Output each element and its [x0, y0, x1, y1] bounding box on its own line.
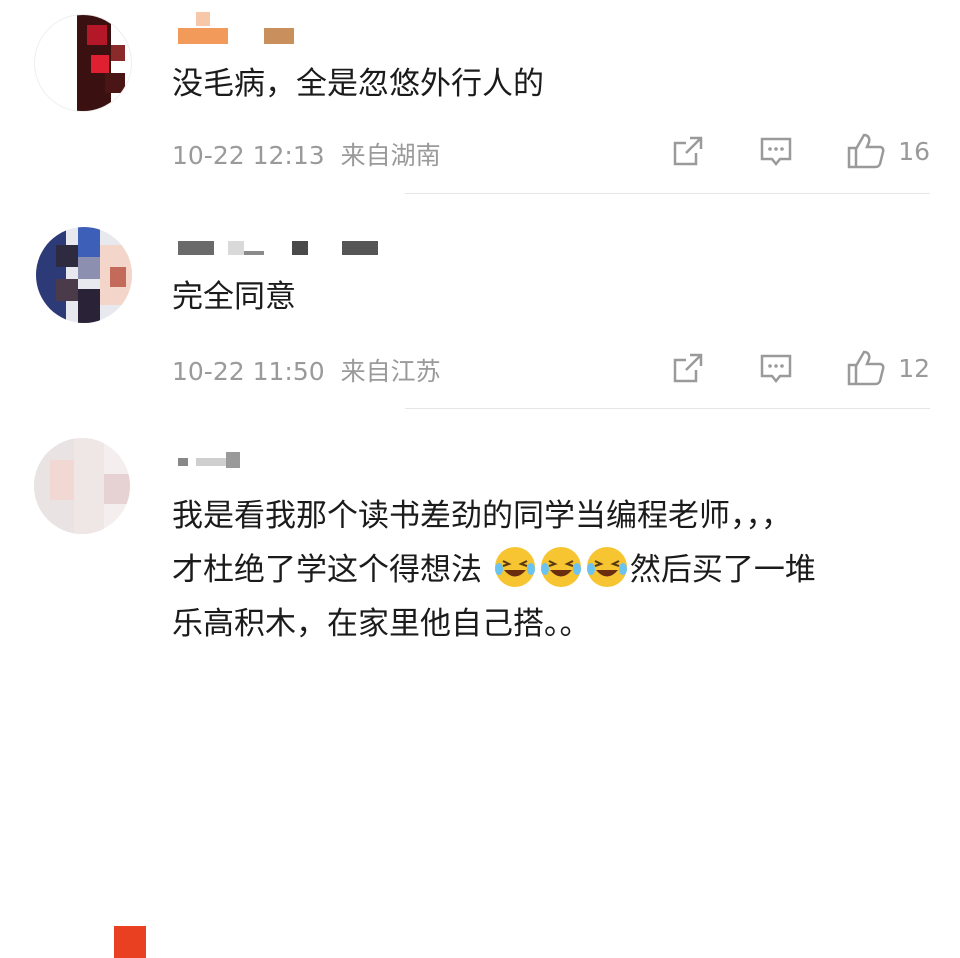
location: 来自江苏 [340, 357, 441, 386]
comment-text: 完全同意 [172, 279, 296, 315]
comment-1: 没毛病，全是忽悠外行人的 10-22 12:13 来自湖南 16 [0, 0, 960, 195]
timestamp: 10-22 11:50 [172, 357, 325, 386]
divider [405, 193, 930, 194]
avatar[interactable] [36, 227, 132, 323]
thumb-up-icon [847, 133, 885, 169]
comment-icon [760, 137, 792, 167]
thumb-up-icon [847, 350, 885, 386]
laughing-tears-emoji-icon [540, 547, 581, 587]
comment-text: 没毛病，全是忽悠外行人的 [172, 66, 544, 102]
avatar[interactable] [34, 438, 130, 534]
comment-meta: 10-22 11:50 来自江苏 [172, 352, 441, 388]
username-blurred[interactable] [178, 452, 258, 468]
comment-meta: 10-22 12:13 来自湖南 [172, 136, 441, 172]
location: 来自湖南 [340, 141, 441, 170]
comment-text-line-2: 才杜绝了学这个得想法 然后买了一堆 [172, 546, 816, 594]
share-icon [673, 353, 703, 383]
comment-text-line-1: 我是看我那个读书差劲的同学当编程老师，，， [172, 498, 792, 534]
avatar-badge [114, 926, 146, 958]
laughing-tears-emoji-icon [586, 547, 627, 587]
comment-text-segment: 才杜绝了学这个得想法 [172, 552, 482, 588]
share-button[interactable] [670, 350, 706, 386]
share-icon [673, 136, 703, 166]
like-button[interactable]: 16 [846, 132, 930, 170]
share-button[interactable] [670, 133, 706, 169]
like-count: 12 [898, 353, 930, 383]
comment-3: 我是看我那个读书差劲的同学当编程老师，，， 才杜绝了学这个得想法 然后买了一堆 … [0, 410, 960, 958]
avatar[interactable] [34, 14, 132, 112]
comment-text-line-3: 乐高积木，在家里他自己搭。。 [172, 606, 591, 642]
reply-button[interactable] [758, 133, 794, 169]
comment-icon [760, 354, 792, 384]
like-button[interactable]: 12 [846, 349, 930, 387]
divider [405, 408, 930, 409]
username-blurred[interactable] [178, 12, 298, 44]
timestamp: 10-22 12:13 [172, 141, 325, 170]
reply-button[interactable] [758, 350, 794, 386]
laughing-tears-emoji-icon [494, 547, 535, 587]
comment-2: 完全同意 10-22 11:50 来自江苏 12 [0, 195, 960, 410]
username-blurred[interactable] [178, 241, 378, 255]
comment-text-segment: 然后买了一堆 [629, 552, 816, 588]
like-count: 16 [898, 136, 930, 166]
